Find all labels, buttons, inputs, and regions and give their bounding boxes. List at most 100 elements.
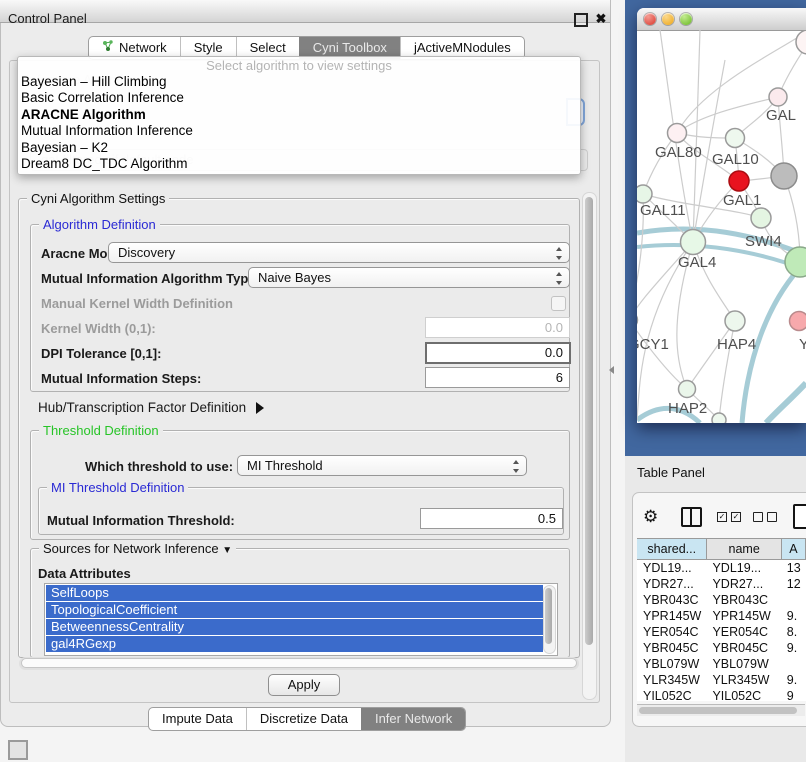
network-node-label: GAL4 [678,254,716,271]
mi-algorithm-type-label: Mutual Information Algorithm Type: [41,271,260,286]
chevron-right-icon [256,402,264,414]
table-row[interactable]: YPR145WYPR145W9. [637,608,806,624]
network-node-label: HAP4 [717,336,756,353]
deselect-all-icon[interactable] [753,512,777,522]
tab-infer-network[interactable]: Infer Network [361,708,465,730]
divider-collapse-icon[interactable] [609,366,614,374]
network-node[interactable] [679,381,696,398]
control-panel-title: Control Panel [8,8,87,30]
network-view-window[interactable]: GALGAL80GAL10GAL1GAL11SWI4GAL4GCY1HAP4YH… [637,8,806,423]
table-header-row: shared... name A [637,538,806,560]
network-window-titlebar[interactable] [637,8,806,31]
table-row[interactable]: YDL19...YDL19...13 [637,560,806,576]
select-all-icon[interactable]: ✓ ✓ [717,512,741,522]
column-header[interactable]: shared... [637,539,707,559]
which-threshold-label: Which threshold to use: [85,459,233,474]
table-row[interactable]: YBL079WYBL079W [637,656,806,672]
algorithm-option[interactable]: Bayesian – Hill Climbing [21,74,577,90]
hub-section-toggle[interactable]: Hub/Transcription Factor Definition [38,400,264,415]
mi-algorithm-type-select[interactable]: Naive Bayes [248,267,570,288]
network-node[interactable] [668,124,687,143]
dpi-tolerance-label: DPI Tolerance [0,1]: [41,346,161,361]
attribute-item-selected[interactable]: SelfLoops [46,585,543,601]
gear-icon[interactable]: ⚙ [643,507,658,527]
algorithm-option[interactable]: Basic Correlation Inference [21,90,577,106]
manual-kernel-width-checkbox[interactable] [551,296,566,311]
settings-hscrollbar[interactable] [19,657,579,670]
table-row[interactable]: YLR345WYLR345W9. [637,672,806,688]
sources-title[interactable]: Sources for Network Inference ▼ [39,541,236,556]
which-threshold-select[interactable]: MI Threshold [237,455,527,476]
network-graph[interactable]: GALGAL80GAL10GAL1GAL11SWI4GAL4GCY1HAP4YH… [637,30,806,423]
aracne-mode-select[interactable]: Discovery [108,242,570,263]
network-edge[interactable] [766,383,806,423]
mi-threshold-input[interactable]: 0.5 [420,508,563,529]
network-node[interactable] [637,185,652,203]
control-panel-titlebar[interactable] [0,0,610,23]
network-node[interactable] [729,171,749,191]
manual-kernel-width-label: Manual Kernel Width Definition [41,296,233,311]
minimize-traffic-light-icon[interactable] [662,13,674,25]
dpi-tolerance-input[interactable]: 0.0 [425,342,571,364]
tab-impute-data[interactable]: Impute Data [149,708,246,730]
network-node[interactable] [796,30,806,54]
network-node-label: GAL80 [655,144,702,161]
table-panel-title: Table Panel [637,465,705,480]
network-edge[interactable] [643,133,677,194]
panel-grip-icon[interactable] [8,740,28,760]
algorithm-option[interactable]: Mutual Information Inference [21,123,577,139]
close-icon[interactable]: ✖ [593,8,609,30]
table-hscrollbar[interactable] [637,704,805,716]
attribute-item-selected[interactable]: BetweennessCentrality [46,619,543,635]
network-node[interactable] [769,88,787,106]
float-window-icon[interactable] [574,13,588,27]
network-node[interactable] [681,230,706,255]
close-traffic-light-icon[interactable] [644,13,656,25]
split-columns-icon[interactable] [681,507,702,527]
algorithm-option[interactable]: Dream8 DC_TDC Algorithm [21,156,577,172]
data-attributes-label: Data Attributes [38,566,131,581]
kernel-width-input[interactable]: 0.0 [425,317,570,338]
network-node[interactable] [751,208,771,228]
table-row[interactable]: YDR27...YDR27...12 [637,576,806,592]
mi-threshold-definition-title: MI Threshold Definition [47,480,188,495]
tab-discretize-data[interactable]: Discretize Data [246,708,361,730]
table-row[interactable]: YBR045CYBR045C9. [637,640,806,656]
column-header[interactable]: A [782,539,806,559]
network-node-label: GAL10 [712,151,759,168]
apply-button[interactable]: Apply [268,674,340,696]
network-node[interactable] [725,311,745,331]
network-node[interactable] [790,312,806,331]
table-row[interactable]: YIL052CYIL052C9 [637,688,806,701]
algorithm-definition-title: Algorithm Definition [39,217,160,232]
attribute-item-selected[interactable]: TopologicalCoefficient [46,602,543,618]
network-node-label: GAL [766,107,796,124]
algorithm-option-selected[interactable]: ARACNE Algorithm [21,107,577,123]
network-edge[interactable] [687,321,735,389]
network-edge[interactable] [677,97,778,133]
column-header[interactable]: name [707,539,781,559]
threshold-definition-title: Threshold Definition [39,423,163,438]
network-node-label: HAP2 [668,400,707,417]
network-node[interactable] [785,247,806,277]
attribute-item-selected[interactable]: gal4RGexp [46,636,543,652]
stepper-icon [555,272,563,285]
table-row[interactable]: YBR043CYBR043C [637,592,806,608]
zoom-traffic-light-icon[interactable] [680,13,692,25]
attributes-scrollbar[interactable] [543,585,556,654]
network-node[interactable] [726,129,745,148]
network-node-label: Y [799,336,806,353]
algorithm-option[interactable]: Bayesian – K2 [21,140,577,156]
network-node[interactable] [771,163,797,189]
mi-steps-input[interactable]: 6 [425,367,570,388]
network-node[interactable] [637,312,638,329]
kernel-width-label: Kernel Width (0,1): [41,321,156,336]
network-node-label: GCY1 [637,336,669,353]
mi-threshold-label: Mutual Information Threshold: [47,513,235,528]
settings-vscrollbar[interactable] [582,192,597,700]
chevron-down-icon: ▼ [222,545,232,556]
table-row[interactable]: YER054CYER054C8. [637,624,806,640]
network-node[interactable] [712,413,726,423]
cyni-algorithm-settings-title: Cyni Algorithm Settings [27,191,169,206]
document-icon[interactable] [793,504,806,529]
